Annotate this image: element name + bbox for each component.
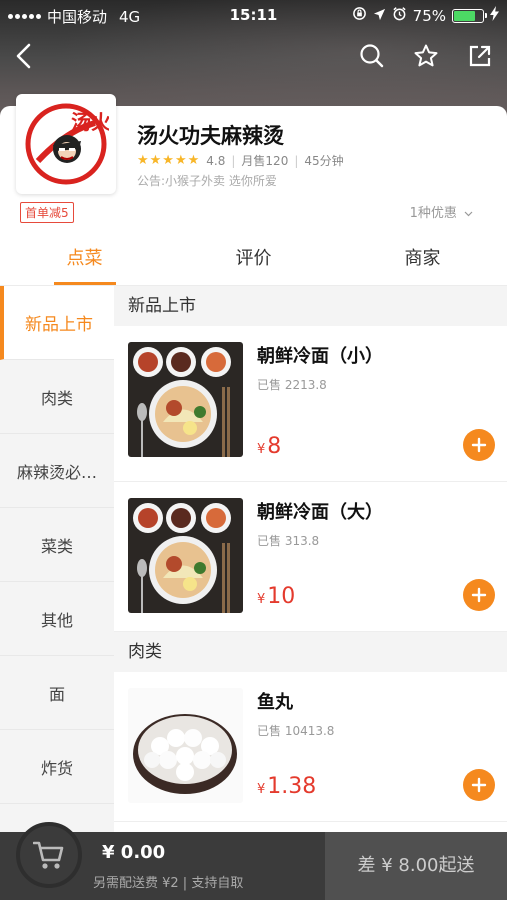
currency-symbol: ¥ (257, 592, 266, 607)
location-icon (373, 7, 386, 25)
category-label: 其他 (40, 610, 73, 630)
food-price: ¥10 (257, 584, 295, 609)
charging-icon (490, 6, 499, 25)
category-label: 麻辣烫必… (16, 462, 97, 482)
food-sold: 已售 313.8 (257, 534, 320, 548)
plus-icon (471, 587, 487, 603)
logo-text: 汤火 (71, 110, 109, 134)
category-item-noodles[interactable]: 面 (0, 656, 114, 730)
tab-merchant[interactable]: 商家 (338, 234, 507, 285)
category-label: 新品上市 (25, 315, 93, 335)
status-bar: 中国移动 4G 15:11 75% (0, 0, 507, 32)
add-to-cart-button[interactable] (463, 769, 495, 801)
shop-name: 汤火功夫麻辣烫 (137, 124, 284, 148)
promo-more-link[interactable]: 1种优惠 (410, 202, 473, 221)
battery-fill (454, 10, 475, 21)
shop-logo[interactable]: 汤火 (16, 94, 116, 194)
category-item-malatang-must[interactable]: 麻辣烫必… (0, 434, 114, 508)
category-item-other[interactable]: 其他 (0, 582, 114, 656)
category-item-meat[interactable]: 肉类 (0, 360, 114, 434)
plus-icon (471, 777, 487, 793)
food-name: 鱼丸 (257, 692, 293, 713)
cart-delivery-info: 另需配送费 ¥2 | 支持自取 (93, 876, 244, 891)
cart-icon[interactable] (16, 822, 82, 888)
food-sold: 已售 10413.8 (257, 724, 335, 738)
section-title: 新品上市 (114, 286, 507, 326)
price-value: 10 (267, 584, 296, 609)
category-label: 面 (48, 684, 65, 704)
rating-value: 4.8 (206, 153, 226, 168)
food-image[interactable] (128, 498, 243, 613)
tab-bar: 点菜 评价 商家 (0, 234, 507, 286)
price-value: 8 (267, 434, 282, 459)
food-name: 朝鲜冷面（大） (257, 502, 383, 523)
rating-stars-icon: ★★★★★ (137, 153, 201, 168)
food-name: 朝鲜冷面（小） (257, 346, 383, 367)
add-to-cart-button[interactable] (463, 429, 495, 461)
category-label: 菜类 (40, 536, 73, 556)
category-item-new[interactable]: 新品上市 (0, 286, 114, 360)
food-image[interactable] (128, 688, 243, 803)
battery-icon (452, 8, 487, 23)
food-list: 新品上市 朝鲜冷面（小） 已售 2213.8 ¥8 朝鲜冷面（大） 已售 313… (114, 286, 507, 832)
rating-row: ★★★★★ 4.8 | 月售120 | 45分钟 (137, 153, 344, 168)
category-item-vegetables[interactable]: 菜类 (0, 508, 114, 582)
monthly-sales: 月售120 (241, 154, 289, 168)
chevron-down-icon (464, 209, 473, 220)
add-to-cart-button[interactable] (463, 579, 495, 611)
category-label: 炸货 (40, 758, 73, 778)
currency-symbol: ¥ (257, 442, 266, 457)
tab-order[interactable]: 点菜 (0, 234, 169, 285)
section-title: 肉类 (114, 632, 507, 672)
shop-notice: 公告:小猴子外卖 选你所爱 (137, 174, 277, 188)
tab-reviews[interactable]: 评价 (169, 234, 338, 285)
plus-icon (471, 437, 487, 453)
food-item[interactable]: 朝鲜冷面（小） 已售 2213.8 ¥8 (114, 326, 507, 482)
food-image[interactable] (128, 342, 243, 457)
food-sold: 已售 2213.8 (257, 378, 327, 392)
checkout-button[interactable]: 差 ¥ 8.00起送 (325, 832, 507, 900)
cart-total: ¥ 0.00 (102, 842, 166, 863)
food-price: ¥8 (257, 434, 281, 459)
food-price: ¥1.38 (257, 774, 316, 799)
food-item[interactable]: 鱼丸 已售 10413.8 ¥1.38 (114, 672, 507, 822)
lock-rotation-icon (352, 6, 367, 25)
promo-more-label: 1种优惠 (409, 206, 457, 221)
back-arrow-icon[interactable] (8, 40, 40, 72)
delivery-time: 45分钟 (304, 154, 344, 168)
shop-info-card: 汤火 汤火功夫麻辣烫 ★★★★★ 4.8 | 月售120 | 45分钟 公告:小… (0, 94, 507, 234)
alarm-icon (392, 6, 407, 25)
nav-bar (0, 36, 507, 76)
price-value: 1.38 (267, 774, 317, 799)
search-icon[interactable] (356, 40, 388, 72)
battery-percent: 75% (412, 6, 446, 25)
category-item-fried[interactable]: 炸货 (0, 730, 114, 804)
food-item[interactable]: 朝鲜冷面（大） 已售 313.8 ¥10 (114, 482, 507, 632)
promo-badge: 首单减5 (20, 202, 74, 223)
star-icon[interactable] (410, 40, 442, 72)
currency-symbol: ¥ (257, 782, 266, 797)
cart-bar: ¥ 0.00 另需配送费 ¥2 | 支持自取 差 ¥ 8.00起送 (0, 822, 507, 900)
share-icon[interactable] (464, 40, 496, 72)
category-sidebar: 新品上市 肉类 麻辣烫必… 菜类 其他 面 炸货 (0, 286, 114, 832)
category-label: 肉类 (40, 388, 73, 408)
